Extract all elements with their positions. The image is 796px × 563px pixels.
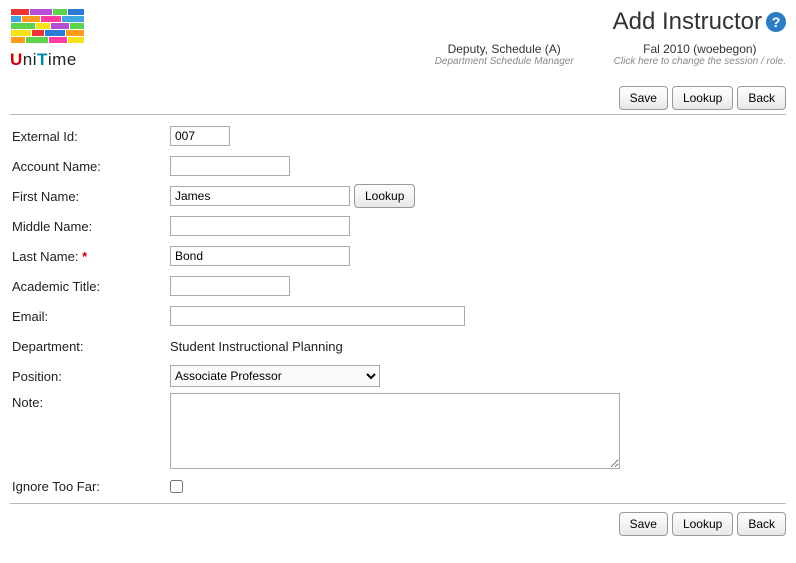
required-marker: *	[82, 249, 87, 264]
top-toolbar: Save Lookup Back	[10, 86, 786, 110]
position-select[interactable]: Associate Professor	[170, 365, 380, 387]
ignore-too-far-checkbox[interactable]	[170, 480, 183, 493]
lookup-button-bottom[interactable]: Lookup	[672, 512, 733, 536]
email-input[interactable]	[170, 306, 465, 326]
last-name-input[interactable]	[170, 246, 350, 266]
ignore-too-far-label: Ignore Too Far:	[10, 479, 170, 494]
last-name-label: Last Name: *	[10, 249, 170, 264]
back-button-bottom[interactable]: Back	[737, 512, 786, 536]
bottom-toolbar: Save Lookup Back	[10, 512, 786, 536]
account-name-label: Account Name:	[10, 159, 170, 174]
save-button-bottom[interactable]: Save	[619, 512, 668, 536]
position-label: Position:	[10, 369, 170, 384]
help-icon[interactable]: ?	[766, 12, 786, 32]
account-name-input[interactable]	[170, 156, 290, 176]
first-name-label: First Name:	[10, 189, 170, 204]
logo-image	[10, 8, 86, 46]
middle-name-label: Middle Name:	[10, 219, 170, 234]
academic-title-label: Academic Title:	[10, 279, 170, 294]
role-info: Deputy, Schedule (A) Department Schedule…	[435, 42, 574, 67]
external-id-label: External Id:	[10, 129, 170, 144]
divider	[10, 114, 786, 115]
session-switch[interactable]: Fal 2010 (woebegon) Click here to change…	[614, 42, 786, 67]
page-title: Add Instructor	[613, 8, 762, 36]
department-label: Department:	[10, 339, 170, 354]
logo: UNITIME	[10, 8, 90, 70]
email-label: Email:	[10, 309, 170, 324]
department-value: Student Instructional Planning	[170, 339, 343, 354]
middle-name-input[interactable]	[170, 216, 350, 236]
note-label: Note:	[10, 393, 170, 410]
lookup-name-button[interactable]: Lookup	[354, 184, 415, 208]
academic-title-input[interactable]	[170, 276, 290, 296]
save-button[interactable]: Save	[619, 86, 668, 110]
lookup-button[interactable]: Lookup	[672, 86, 733, 110]
divider-bottom	[10, 503, 786, 504]
back-button[interactable]: Back	[737, 86, 786, 110]
first-name-input[interactable]	[170, 186, 350, 206]
external-id-input[interactable]	[170, 126, 230, 146]
note-textarea[interactable]	[170, 393, 620, 469]
logo-text: UNITIME	[10, 50, 90, 70]
